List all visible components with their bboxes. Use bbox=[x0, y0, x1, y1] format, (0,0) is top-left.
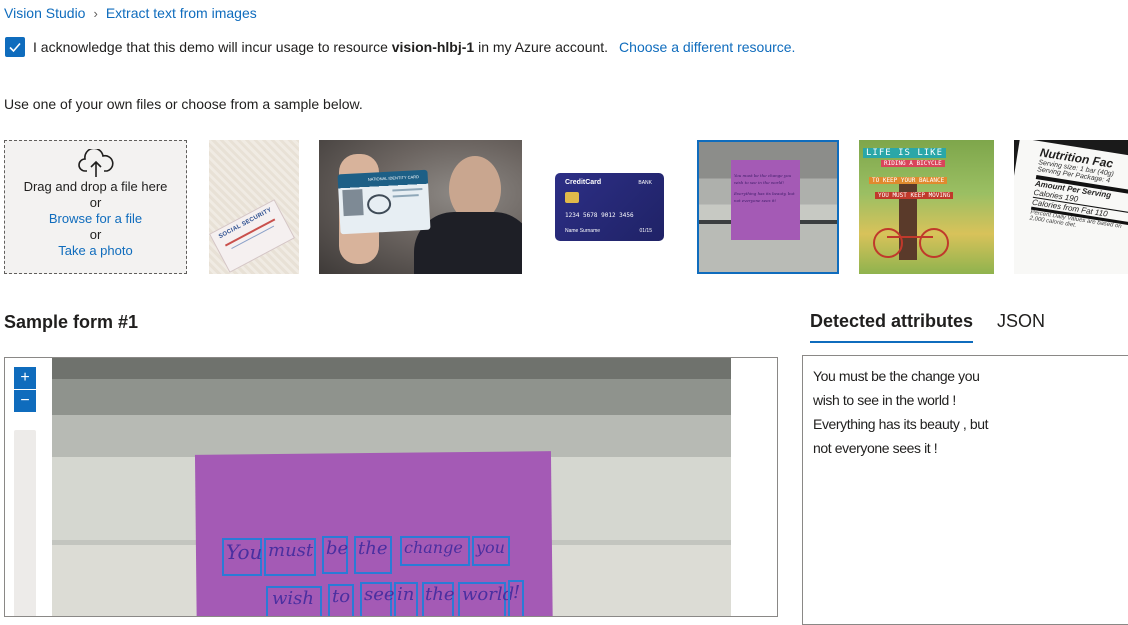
result-line: You must be the change you bbox=[813, 368, 980, 384]
acknowledge-checkbox[interactable] bbox=[5, 37, 25, 57]
word-text: the bbox=[358, 538, 388, 559]
sample-credit-card[interactable]: CreditCard BANK 1234 5678 9012 3456 Name… bbox=[542, 140, 676, 274]
word-text: ! bbox=[513, 582, 521, 603]
id-card: NATIONAL IDENTITY CARD bbox=[337, 169, 431, 235]
tab-json[interactable]: JSON bbox=[997, 311, 1045, 341]
nutrition-panel: Nutrition Fac Serving size: 1 bar (40g) … bbox=[1014, 140, 1128, 274]
word-box: You bbox=[222, 538, 262, 576]
word-text: in bbox=[397, 584, 415, 605]
word-text: see bbox=[364, 584, 395, 605]
checkmark-icon bbox=[9, 42, 21, 53]
word-text: change bbox=[404, 538, 463, 557]
resource-name: vision-hlbj-1 bbox=[391, 39, 475, 55]
result-line: not everyone sees it ! bbox=[813, 440, 938, 456]
word-box: in bbox=[394, 582, 418, 616]
poster-line: RIDING A BICYCLE bbox=[881, 160, 945, 167]
word-text: the bbox=[425, 584, 455, 605]
note-line: You must be the change you bbox=[734, 173, 792, 178]
word-text: You bbox=[226, 540, 263, 564]
detected-attributes-panel: You must be the change you wish to see i… bbox=[802, 355, 1128, 625]
note-line: Everything has its beauty, but bbox=[734, 191, 795, 196]
zoom-out-button[interactable]: − bbox=[14, 390, 36, 412]
instruction-text: Use one of your own files or choose from… bbox=[4, 96, 363, 112]
word-text: wish bbox=[272, 588, 314, 609]
word-box: you bbox=[472, 536, 510, 566]
file-drop-zone[interactable]: Drag and drop a file here or Browse for … bbox=[4, 140, 187, 274]
chevron-right-icon: › bbox=[93, 5, 98, 21]
sample-id-card[interactable]: NATIONAL IDENTITY CARD bbox=[319, 140, 522, 274]
word-text: to bbox=[332, 586, 351, 607]
sample-image: You must be the change you wish to see i… bbox=[52, 358, 731, 616]
word-box: wish bbox=[266, 586, 322, 616]
word-text: world bbox=[462, 584, 515, 605]
sample-poster[interactable]: LIFE IS LIKE RIDING A BICYCLE TO KEEP YO… bbox=[859, 140, 994, 274]
drag-drop-text: Drag and drop a file here bbox=[23, 179, 168, 194]
credit-card: CreditCard BANK 1234 5678 9012 3456 Name… bbox=[555, 173, 664, 241]
word-box: ! bbox=[508, 580, 524, 616]
credit-card-brand: CreditCard bbox=[565, 179, 602, 186]
credit-card-bank: BANK bbox=[638, 180, 652, 186]
credit-card-name: Name Surname bbox=[565, 228, 601, 234]
chip-icon bbox=[565, 192, 579, 203]
word-box: must bbox=[264, 538, 316, 576]
zoom-slider[interactable] bbox=[14, 430, 36, 616]
sample-nutrition-label[interactable]: Nutrition Fac Serving size: 1 bar (40g) … bbox=[1014, 140, 1128, 274]
word-text: must bbox=[268, 540, 314, 561]
acknowledge-row: I acknowledge that this demo will incur … bbox=[5, 37, 795, 57]
poster-line: LIFE IS LIKE bbox=[863, 148, 947, 158]
breadcrumb-vision-studio[interactable]: Vision Studio bbox=[4, 5, 85, 21]
purple-note: You must be the change you wish to see i… bbox=[731, 160, 800, 240]
tab-detected-attributes[interactable]: Detected attributes bbox=[810, 311, 974, 343]
result-line: wish to see in the world ! bbox=[813, 392, 956, 408]
acknowledge-text-after: in my Azure account. bbox=[474, 39, 609, 55]
social-security-card: SOCIAL SECURITY bbox=[209, 199, 295, 273]
note-line: wish to see in the world! bbox=[734, 180, 785, 185]
word-text: you bbox=[476, 538, 505, 557]
word-box: to bbox=[328, 584, 354, 616]
or-text: or bbox=[89, 227, 102, 242]
or-text: or bbox=[89, 195, 102, 210]
word-text: be bbox=[326, 538, 349, 559]
credit-card-expiry: 01/15 bbox=[639, 228, 652, 234]
browse-file-link[interactable]: Browse for a file bbox=[49, 211, 142, 227]
image-viewer: + − You must be the change you wish to s… bbox=[4, 357, 778, 617]
person-body bbox=[414, 212, 522, 274]
form-title: Sample form #1 bbox=[4, 312, 139, 332]
word-box: world bbox=[458, 582, 514, 616]
sample-handwritten-note[interactable]: You must be the change you wish to see i… bbox=[697, 140, 839, 274]
credit-card-number: 1234 5678 9012 3456 bbox=[565, 212, 634, 219]
word-box: be bbox=[322, 536, 348, 574]
sample-social-security[interactable]: SOCIAL SECURITY bbox=[209, 140, 299, 274]
result-line: Everything has its beauty , but bbox=[813, 416, 989, 432]
acknowledge-text-before: I acknowledge that this demo will incur … bbox=[33, 39, 392, 55]
word-box: change bbox=[400, 536, 470, 566]
word-box: the bbox=[422, 582, 455, 616]
breadcrumb: Vision Studio › Extract text from images bbox=[4, 5, 257, 21]
cloud-upload-icon bbox=[77, 149, 114, 177]
note-line: not everyone sees it! bbox=[734, 198, 777, 203]
breadcrumb-current[interactable]: Extract text from images bbox=[106, 5, 257, 21]
choose-resource-link[interactable]: Choose a different resource. bbox=[619, 39, 795, 55]
word-box: the bbox=[354, 536, 392, 574]
word-box: see bbox=[360, 582, 395, 616]
zoom-in-button[interactable]: + bbox=[14, 367, 36, 389]
poster-line: YOU MUST KEEP MOVING bbox=[875, 192, 954, 199]
poster-line: TO KEEP YOUR BALANCE bbox=[869, 177, 948, 184]
take-photo-link[interactable]: Take a photo bbox=[58, 243, 132, 259]
